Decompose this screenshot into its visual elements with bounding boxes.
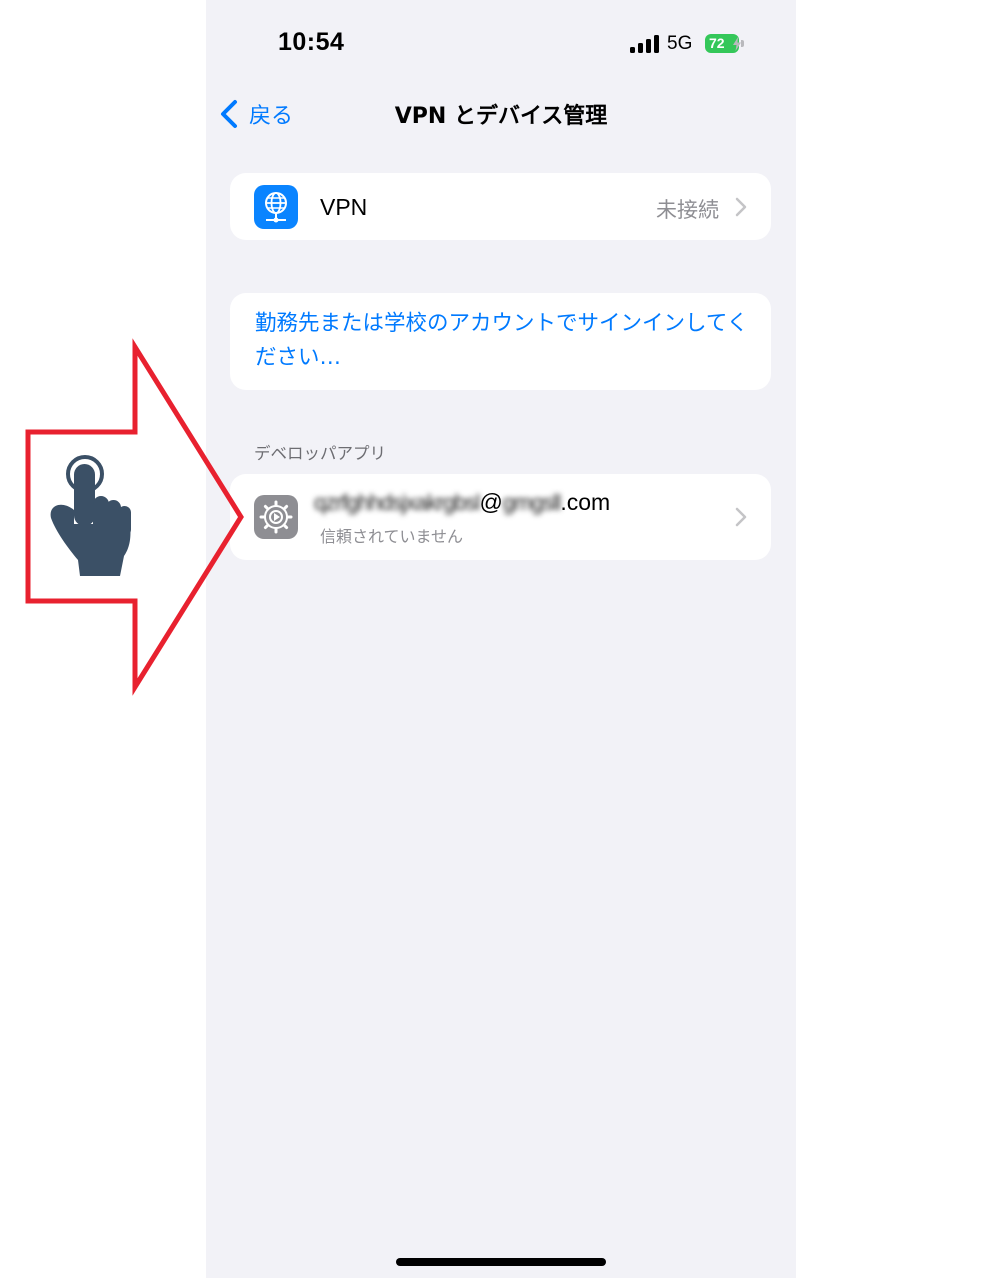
vpn-status: 未接続 [656, 198, 719, 222]
battery-level: 72 [709, 35, 725, 51]
tap-annotation-overlay [25, 338, 244, 696]
email-local-blurred: qzrfghhdsjxakrgbsl [314, 490, 480, 515]
vpn-label: VPN [320, 194, 368, 220]
email-domain-blurred: gmgsll [502, 490, 562, 515]
developer-email: qzrfghhdsjxakrgbsl @ gmgsll .com [314, 489, 610, 519]
globe-network-icon [254, 185, 298, 229]
network-type: 5G [667, 33, 693, 54]
status-time: 10:54 [278, 28, 345, 56]
signin-link[interactable]: 勤務先または学校のアカウントでサインインしてください… [255, 307, 750, 375]
vpn-row[interactable]: VPN 未接続 [230, 173, 771, 240]
gear-icon [254, 495, 298, 539]
home-indicator[interactable] [396, 1258, 606, 1266]
email-tld: .com [560, 489, 611, 515]
email-at: @ [479, 489, 503, 515]
signin-row[interactable]: 勤務先または学校のアカウントでサインインしてください… [230, 293, 771, 390]
page-title: VPN とデバイス管理 [394, 104, 608, 129]
battery-cap [741, 40, 744, 47]
section-header-developer-apps: デベロッパアプリ [254, 444, 386, 463]
trust-status: 信頼されていません [320, 527, 464, 546]
tap-hand-icon [50, 455, 131, 576]
phone-screen: 10:54 5G 72 戻る VPN とデバイス管理 VPN 未接続 勤務先また… [206, 0, 796, 1278]
developer-app-row[interactable]: qzrfghhdsjxakrgbsl @ gmgsll .com 信頼されていま… [230, 474, 771, 560]
signal-strength-icon [630, 34, 660, 53]
chevron-right-icon [735, 507, 747, 527]
chevron-right-icon [735, 197, 747, 217]
